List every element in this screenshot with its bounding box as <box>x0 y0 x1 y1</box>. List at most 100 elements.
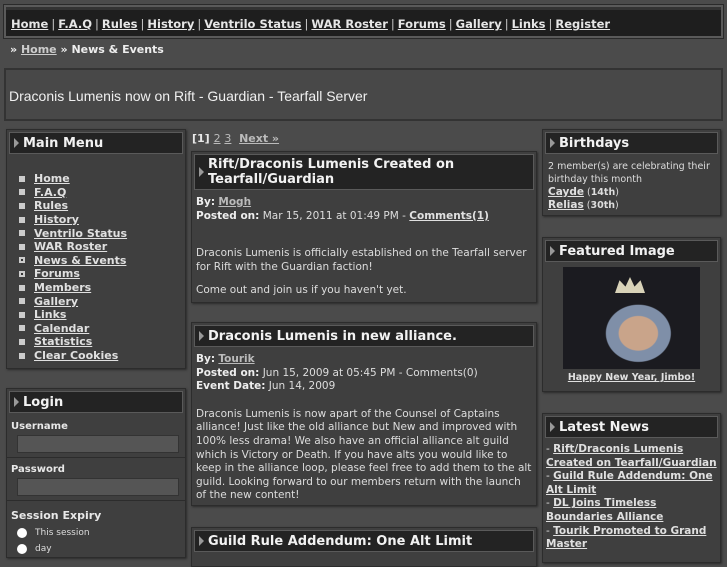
menu-link[interactable]: History <box>34 213 79 226</box>
menu-item[interactable]: Members <box>13 281 185 295</box>
member-link[interactable]: Relias <box>548 199 584 211</box>
latest-news-link[interactable]: Rift/Draconis Lumenis Created on Tearfal… <box>546 443 717 469</box>
username-label: Username <box>11 421 68 432</box>
radio-icon <box>17 544 27 554</box>
birthdays-header: Birthdays <box>545 132 718 154</box>
radio-icon <box>17 528 27 538</box>
nav-link[interactable]: Gallery <box>456 17 502 31</box>
posted-label: Posted on: <box>196 209 260 222</box>
nav-link[interactable]: F.A.Q <box>58 17 92 31</box>
menu-link[interactable]: F.A.Q <box>34 186 66 199</box>
bullet-icon <box>19 257 25 264</box>
menu-item[interactable]: Forums <box>13 267 185 281</box>
comments-link[interactable]: Comments(1) <box>409 210 489 222</box>
menu-item[interactable]: History <box>13 213 185 227</box>
main-menu-header: Main Menu <box>9 132 183 154</box>
author-link[interactable]: Mogh <box>218 196 251 208</box>
bullet-icon <box>19 202 25 209</box>
password-input[interactable] <box>17 478 179 496</box>
page-3-link[interactable]: 3 <box>224 132 231 145</box>
post-title[interactable]: Draconis Lumenis in new alliance. <box>208 329 457 344</box>
next-page-link[interactable]: Next » <box>239 132 279 145</box>
page-2-link[interactable]: 2 <box>214 132 221 145</box>
nav-links: Home | F.A.Q | Rules | History | Ventrilo Status… <box>11 17 610 31</box>
panel-title: Latest News <box>559 419 650 435</box>
arrow-icon <box>550 138 555 148</box>
menu-link[interactable]: Forums <box>34 267 80 280</box>
main-menu-panel: Main Menu Home F.A.Q Rules History Ventrilo … <box>6 129 186 369</box>
menu-item[interactable]: Clear Cookies <box>13 349 185 363</box>
username-input[interactable] <box>17 435 179 453</box>
nav-separator: | <box>94 17 99 31</box>
menu-link[interactable]: Clear Cookies <box>34 349 118 362</box>
by-label: By: <box>196 353 216 365</box>
bullet-icon <box>19 175 25 182</box>
latest-news-link[interactable]: Tourik Promoted to Grand Master <box>546 525 706 551</box>
post-header: Guild Rule Addendum: One Alt Limit <box>194 530 534 552</box>
login-header: Login <box>9 391 183 413</box>
menu-link[interactable]: Members <box>34 281 91 294</box>
post-date: Jun 15, 2009 at 05:45 PM - Comments(0) <box>262 366 478 379</box>
nav-link[interactable]: Links <box>512 17 546 31</box>
menu-item[interactable]: WAR Roster <box>13 240 185 254</box>
latest-news-item: - DL Joins Timeless Boundaries Alliance <box>546 497 717 524</box>
birthday-date: 14th <box>590 187 616 198</box>
nav-link[interactable]: Home <box>11 17 48 31</box>
menu-item[interactable]: Statistics <box>13 335 185 349</box>
bullet-icon <box>19 216 25 223</box>
latest-news-link[interactable]: DL Joins Timeless Boundaries Alliance <box>546 497 663 523</box>
menu-link[interactable]: Rules <box>34 199 68 212</box>
radio-this-session[interactable]: This session <box>7 525 185 541</box>
news-post: Rift/Draconis Lumenis Created on Tearfal… <box>191 151 537 303</box>
bullet-icon <box>19 230 25 237</box>
menu-link[interactable]: WAR Roster <box>34 240 107 253</box>
bullet-icon <box>19 338 25 345</box>
radio-label: This session <box>35 528 90 538</box>
birthdays-panel: Birthdays 2 member(s) are celebrating th… <box>542 129 721 216</box>
menu-item[interactable]: Gallery <box>13 294 185 308</box>
menu-link[interactable]: Statistics <box>34 335 92 348</box>
breadcrumb-sep: » <box>60 43 68 56</box>
menu-link[interactable]: Calendar <box>34 322 89 335</box>
menu-item[interactable]: News & Events <box>13 254 185 268</box>
nav-link[interactable]: Forums <box>398 17 446 31</box>
menu-link[interactable]: Home <box>34 172 70 185</box>
nav-link[interactable]: History <box>147 17 194 31</box>
nav-link[interactable]: Register <box>555 17 610 31</box>
radio-day[interactable]: day <box>7 541 185 557</box>
menu-link[interactable]: Ventrilo Status <box>34 227 127 240</box>
author-link[interactable]: Tourik <box>218 353 254 365</box>
bullet-icon <box>19 352 25 359</box>
menu-link[interactable]: Gallery <box>34 295 78 308</box>
breadcrumb-sep: » <box>10 43 18 56</box>
menu-item[interactable]: Calendar <box>13 322 185 336</box>
featured-caption-link[interactable]: Happy New Year, Jimbo! <box>568 372 695 383</box>
menu-item[interactable]: F.A.Q <box>13 186 185 200</box>
banner-text: Draconis Lumenis now on Rift - Guardian … <box>9 88 368 104</box>
menu-link[interactable]: Links <box>34 308 66 321</box>
member-link[interactable]: Cayde <box>548 186 584 198</box>
post-title[interactable]: Rift/Draconis Lumenis Created on Tearfal… <box>208 157 533 187</box>
breadcrumb-home[interactable]: Home <box>21 43 57 56</box>
featured-image[interactable] <box>563 267 700 369</box>
featured-header: Featured Image <box>545 240 718 262</box>
menu-item[interactable]: Home <box>13 172 185 186</box>
post-title[interactable]: Guild Rule Addendum: One Alt Limit <box>208 534 472 549</box>
menu-item[interactable]: Rules <box>13 199 185 213</box>
password-label: Password <box>11 464 65 475</box>
menu-item[interactable]: Links <box>13 308 185 322</box>
nav-link[interactable]: Rules <box>102 17 138 31</box>
latest-news-link[interactable]: Guild Rule Addendum: One Alt Limit <box>546 470 713 496</box>
post-date: Mar 15, 2011 at 01:49 PM - <box>262 209 410 222</box>
arrow-icon <box>199 331 204 341</box>
post-body: Come out and join us if you haven't yet. <box>196 284 407 297</box>
panel-title: Birthdays <box>559 135 630 151</box>
arrow-icon <box>199 167 204 177</box>
menu-item[interactable]: Ventrilo Status <box>13 226 185 240</box>
nav-link[interactable]: WAR Roster <box>311 17 388 31</box>
menu-link[interactable]: News & Events <box>34 254 126 267</box>
arrow-icon <box>550 246 555 256</box>
nav-link[interactable]: Ventrilo Status <box>204 17 301 31</box>
breadcrumb: » Home » News & Events <box>10 43 164 56</box>
event-label: Event Date: <box>196 380 266 393</box>
